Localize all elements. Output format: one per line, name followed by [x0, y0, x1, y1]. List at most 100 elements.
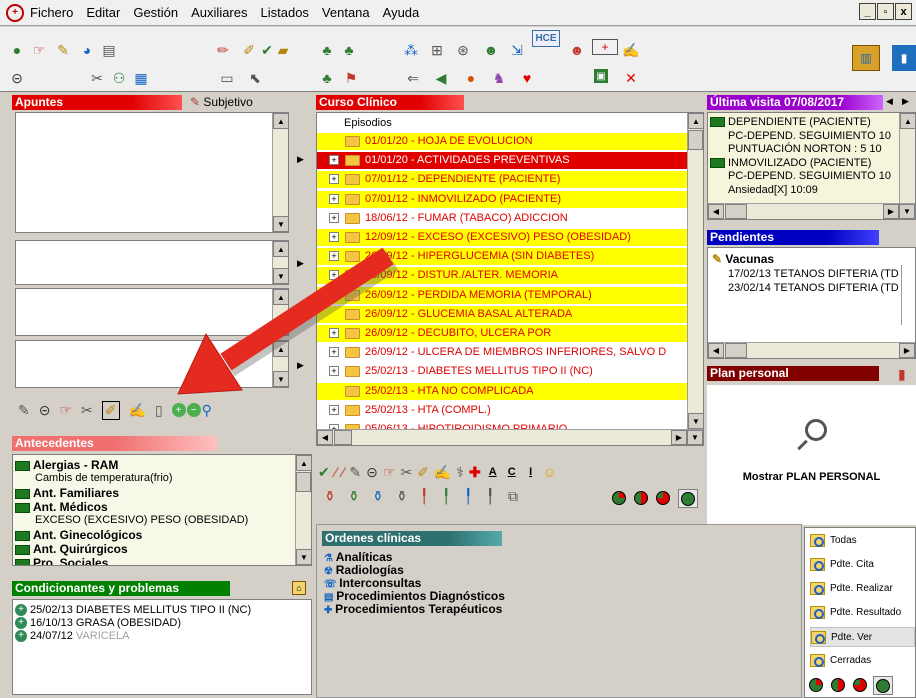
- red-cross-icon[interactable]: ✚: [469, 464, 481, 481]
- filter-item[interactable]: Pdte. Realizar: [810, 579, 915, 599]
- antecedente-item[interactable]: EXCESO (EXCESIVO) PESO (OBESIDAD): [35, 514, 248, 526]
- filter-item[interactable]: Cerradas: [810, 651, 915, 671]
- pointer-icon[interactable]: ☞: [30, 41, 48, 59]
- apuntes-text-4[interactable]: ▲ ▼: [15, 340, 289, 388]
- graph-icon[interactable]: ⊞: [428, 41, 446, 59]
- green-box-icon[interactable]: ▣: [594, 69, 608, 83]
- add-circle-icon[interactable]: +: [171, 403, 186, 417]
- pen-icon[interactable]: ✍: [622, 41, 640, 59]
- expand-icon[interactable]: +: [329, 347, 339, 358]
- orden-item[interactable]: ⚗ Analíticas: [324, 550, 392, 564]
- menu-auxiliares[interactable]: Auxiliares: [191, 5, 247, 20]
- magnifier-icon[interactable]: [805, 419, 827, 441]
- status-mostly-red-icon[interactable]: [853, 678, 867, 692]
- stethoscope-icon[interactable]: ⚕: [456, 464, 464, 481]
- pill-icon[interactable]: ⊝: [39, 402, 51, 419]
- orden-item[interactable]: ▤ Procedimientos Diagnósticos: [324, 589, 505, 603]
- vacunas-group[interactable]: ✎ Vacunas: [712, 252, 774, 266]
- episode-row[interactable]: +26/09/12 - HIPERGLUCEMIA (SIN DIABETES): [317, 248, 687, 266]
- pill-icon[interactable]: ⊝: [8, 69, 26, 87]
- bottles-gray-icon[interactable]: ⚱: [396, 488, 408, 505]
- apuntes-scrollbar-2[interactable]: ▲ ▼: [272, 241, 289, 284]
- orden-item[interactable]: ☢ Radiologías: [324, 563, 404, 577]
- episode-row[interactable]: +07/01/12 - INMOVILIZADO (PACIENTE): [317, 190, 687, 208]
- antecedente-group[interactable]: Ant. Quirúrgicos: [15, 542, 128, 556]
- close-red-icon[interactable]: ✕: [622, 69, 640, 87]
- flag-icon[interactable]: ⚑: [342, 69, 360, 87]
- bottles-blue-icon[interactable]: ⚱: [372, 488, 384, 505]
- filter-item[interactable]: Pdte. Cita: [810, 555, 915, 575]
- episode-row[interactable]: +26/09/12 - DECUBITO, ULCERA POR: [317, 325, 687, 342]
- pen-icon[interactable]: ✍: [434, 464, 451, 481]
- curso-tree[interactable]: Episodios 01/01/20 - HOJA DE EVOLUCION +0…: [316, 112, 704, 446]
- notebook-icon[interactable]: ✎: [54, 41, 72, 59]
- group-icon[interactable]: ⚇: [110, 69, 128, 87]
- episode-row[interactable]: +26/09/12 - ULCERA DE MIEMBROS INFERIORE…: [317, 344, 687, 361]
- expand-icon[interactable]: +: [329, 232, 339, 242]
- tools-icon[interactable]: ✂: [81, 402, 93, 419]
- expand-icon[interactable]: +: [329, 328, 339, 338]
- pointer-icon[interactable]: ☞: [59, 402, 72, 419]
- menu-ventana[interactable]: Ventana: [322, 5, 370, 20]
- visit-detail[interactable]: Ansiedad[X] 10:09: [728, 184, 818, 196]
- letter-i-button[interactable]: I: [524, 466, 538, 478]
- antecedente-group[interactable]: Ant. Ginecológicos: [15, 528, 142, 542]
- medical-kit-icon[interactable]: +: [592, 39, 618, 55]
- remove-circle-icon[interactable]: −: [186, 403, 201, 417]
- tools-icon[interactable]: ✂: [400, 464, 412, 481]
- arrow-back-icon[interactable]: ⇐: [404, 69, 422, 87]
- mostrar-plan-button[interactable]: Mostrar PLAN PERSONAL: [707, 471, 916, 483]
- filter-item[interactable]: Pdte. Ver: [810, 627, 915, 647]
- episode-row[interactable]: +25/02/13 - HTA (COMPL.): [317, 402, 687, 419]
- menu-listados[interactable]: Listados: [261, 5, 309, 20]
- people-icon[interactable]: ♣: [318, 41, 336, 59]
- close-button[interactable]: x: [895, 3, 912, 20]
- pendiente-item[interactable]: 17/02/13 TETANOS DIFTERIA (TD: [728, 268, 899, 280]
- expand-icon[interactable]: +: [329, 193, 339, 204]
- visit-episode[interactable]: INMOVILIZADO (PACIENTE): [710, 157, 871, 169]
- visit-episode[interactable]: DEPENDIENTE (PACIENTE): [710, 116, 871, 128]
- check-icon[interactable]: ✔: [318, 464, 330, 481]
- search-icon[interactable]: ⚲: [202, 402, 212, 419]
- arrow-prev-icon[interactable]: ◀: [432, 69, 450, 87]
- hce-button[interactable]: HCE: [532, 30, 560, 47]
- export-icon[interactable]: ⇲: [508, 41, 526, 59]
- patient-icon[interactable]: ●: [8, 41, 26, 59]
- pen-icon[interactable]: ✍: [129, 402, 146, 419]
- orden-item[interactable]: ✚ Procedimientos Terapéuticos: [324, 602, 502, 616]
- episode-row[interactable]: +18/06/12 - FUMAR (TABACO) ADICCION: [317, 210, 687, 227]
- episode-row[interactable]: +07/01/12 - DEPENDIENTE (PACIENTE): [317, 171, 687, 189]
- apuntes-text-3[interactable]: ▲ ▼: [15, 288, 289, 336]
- network-icon[interactable]: ⁂: [402, 41, 420, 59]
- antecedente-group[interactable]: Alergias - RAM: [15, 458, 118, 472]
- tools-icon[interactable]: ✂: [88, 69, 106, 87]
- tube-green-icon[interactable]: ╿: [442, 488, 450, 505]
- pendiente-item[interactable]: 23/02/14 TETANOS DIFTERIA (TD: [728, 282, 899, 294]
- menu-fichero[interactable]: Fichero: [30, 5, 73, 20]
- syringe-icon[interactable]: ✎: [18, 402, 30, 419]
- apuntes-text-1[interactable]: ▲ ▼: [15, 112, 289, 233]
- exit-door-icon[interactable]: ▮: [892, 45, 916, 71]
- episodes-root[interactable]: Episodios: [344, 117, 392, 129]
- expand-icon[interactable]: +: [329, 174, 339, 185]
- visit-detail[interactable]: PUNTUACIÓN NORTON : 5 10: [728, 143, 882, 155]
- curso-scrollbar-v[interactable]: ▲ ▼: [687, 113, 703, 429]
- pendientes-list[interactable]: ✎ Vacunas 17/02/13 TETANOS DIFTERIA (TD …: [707, 247, 916, 359]
- status-half-icon[interactable]: [634, 491, 648, 505]
- copy-icon[interactable]: ⧉: [508, 488, 518, 505]
- smiley-icon[interactable]: ☺: [543, 464, 557, 480]
- episode-row[interactable]: 01/01/20 - HOJA DE EVOLUCION: [317, 133, 687, 150]
- antecedentes-list[interactable]: Alergias - RAM Cambis de temperatura(frio…: [12, 454, 312, 566]
- expand-arrow-icon[interactable]: ▶: [297, 258, 304, 269]
- episode-row[interactable]: +01/01/20 - ACTIVIDADES PREVENTIVAS: [317, 152, 687, 170]
- antecedente-item[interactable]: Cambis de temperatura(frio): [35, 472, 173, 484]
- search-doc-icon[interactable]: ⊛: [454, 41, 472, 59]
- users-icon[interactable]: ☻: [482, 41, 500, 59]
- expand-arrow-icon[interactable]: ▶: [297, 154, 304, 165]
- episode-row[interactable]: 26/09/12 - GLUCEMIA BASAL ALTERADA: [317, 305, 687, 323]
- problem-row[interactable]: +24/07/12 VARICELA: [15, 630, 129, 643]
- prev-arrow-icon[interactable]: ◀: [886, 96, 893, 107]
- antecedentes-scrollbar[interactable]: ▲ ▼: [295, 455, 311, 565]
- expand-icon[interactable]: +: [329, 270, 339, 281]
- letter-c-button[interactable]: C: [505, 466, 519, 478]
